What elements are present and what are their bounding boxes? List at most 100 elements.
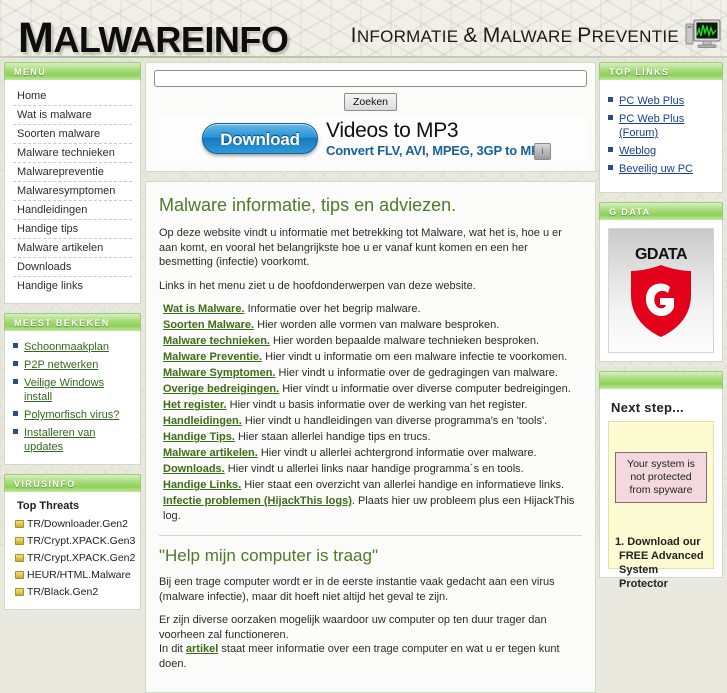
list-item[interactable]: PC Web Plus (Forum) — [608, 110, 714, 142]
menu-link[interactable]: Handige tips — [17, 223, 78, 235]
panel-top-links-body: PC Web Plus PC Web Plus (Forum) Weblog B… — [599, 80, 723, 193]
section2-line-2b: staat meer informatie over een trage com… — [159, 643, 560, 670]
sidebar-item-downloads[interactable]: Downloads — [13, 258, 132, 277]
gdata-banner[interactable]: GDATA — [608, 228, 714, 353]
topic-link[interactable]: Wat is Malware. — [163, 303, 245, 315]
panel-menu: MENU Home Wat is malware Soorten malware… — [4, 62, 141, 304]
bullet-square-icon — [608, 97, 613, 102]
list-item[interactable]: Weblog — [608, 142, 714, 160]
topic-link[interactable]: Overige bedreigingen. — [163, 383, 279, 395]
search-button[interactable]: Zoeken — [343, 93, 398, 111]
menu-link[interactable]: Downloads — [17, 261, 71, 273]
list-item: TR/Crypt.XPACK.Gen3 — [13, 533, 135, 550]
sidebar-item-malware-artikelen[interactable]: Malware artikelen — [13, 239, 132, 258]
sidebar-item-malwaresymptomen[interactable]: Malwaresymptomen — [13, 182, 132, 201]
topic-row: Handige Tips. Hier staan allerlei handig… — [159, 430, 582, 446]
sidebar-item-handleidingen[interactable]: Handleidingen — [13, 201, 132, 220]
ad-download-button[interactable]: Download — [202, 123, 318, 154]
top-link[interactable]: Weblog — [619, 145, 656, 157]
sidebar-item-malware-technieken[interactable]: Malware technieken — [13, 144, 132, 163]
list-item[interactable]: Polymorfisch virus? — [13, 406, 132, 424]
menu-link[interactable]: Malware technieken — [17, 147, 115, 159]
panel-gdata-title: G DATA — [599, 202, 723, 220]
topic-link[interactable]: Infectie problemen (HijackThis logs) — [163, 495, 352, 507]
menu-link[interactable]: Malware artikelen — [17, 242, 103, 254]
status-badge: Your system is not protected from spywar… — [615, 452, 707, 503]
intro-paragraph-1: Op deze website vindt u informatie met b… — [159, 227, 562, 268]
topic-row: Handleidingen. Hier vindt u handleidinge… — [159, 414, 582, 430]
section2-line-2a: In dit — [159, 643, 186, 655]
most-viewed-link[interactable]: P2P netwerken — [24, 359, 98, 371]
menu-link[interactable]: Malwaresymptomen — [17, 185, 115, 197]
list-item[interactable]: P2P netwerken — [13, 356, 132, 374]
next-step-item-1[interactable]: 1. Download our FREE Advanced System Pro… — [615, 535, 707, 591]
sidebar-item-soorten-malware[interactable]: Soorten malware — [13, 125, 132, 144]
most-viewed-link[interactable]: Installeren van updates — [24, 427, 96, 453]
topic-link[interactable]: Handleidingen. — [163, 415, 242, 427]
menu-link[interactable]: Home — [17, 90, 46, 102]
menu-link[interactable]: Handige links — [17, 280, 83, 292]
threat-bullet-icon — [15, 554, 24, 562]
topic-link[interactable]: Malware Preventie. — [163, 351, 262, 363]
list-item[interactable]: Veilige Windows install — [13, 374, 132, 406]
panel-next-step: Next step... Your system is not protecte… — [599, 371, 723, 590]
most-viewed-list: Schoonmaakplan P2P netwerken Veilige Win… — [13, 338, 132, 456]
panel-menu-body: Home Wat is malware Soorten malware Malw… — [4, 80, 141, 304]
topic-link[interactable]: Malware technieken. — [163, 335, 270, 347]
bullet-square-icon — [13, 343, 18, 348]
section2-paragraph-1: Bij een trage computer wordt er in de ee… — [159, 576, 555, 603]
top-link[interactable]: PC Web Plus — [619, 95, 684, 107]
menu-list: Home Wat is malware Soorten malware Malw… — [13, 87, 132, 295]
next-step-panel: Your system is not protected from spywar… — [608, 421, 714, 590]
intro-paragraph-2: Links in het menu ziet u de hoofdonderwe… — [159, 279, 476, 292]
most-viewed-link[interactable]: Polymorfisch virus? — [24, 409, 119, 421]
topic-desc: Hier vindt u allerlei links naar handige… — [224, 463, 524, 475]
site-logo[interactable]: MALWAREINFO — [18, 14, 289, 58]
top-link[interactable]: Beveilig uw PC — [619, 163, 693, 175]
panel-top-links-title: TOP LINKS — [599, 62, 723, 80]
most-viewed-link[interactable]: Veilige Windows install — [24, 377, 104, 403]
list-item[interactable]: Installeren van updates — [13, 424, 132, 456]
menu-link[interactable]: Malwarepreventie — [17, 166, 104, 178]
menu-link[interactable]: Soorten malware — [17, 128, 100, 140]
sidebar-item-handige-tips[interactable]: Handige tips — [13, 220, 132, 239]
topic-row: Het register. Hier vindt u basis informa… — [159, 398, 582, 414]
ad-info-icon[interactable]: i — [534, 143, 551, 160]
topic-link[interactable]: Malware Symptomen. — [163, 367, 275, 379]
page-title: Malware informatie, tips en adviezen. — [159, 195, 457, 215]
sidebar-item-handige-links[interactable]: Handige links — [13, 277, 132, 295]
threat-bullet-icon — [15, 588, 24, 596]
topic-link[interactable]: Het register. — [163, 399, 227, 411]
panel-top-links: TOP LINKS PC Web Plus PC Web Plus (Forum… — [599, 62, 723, 193]
topic-link[interactable]: Downloads. — [163, 463, 225, 475]
sidebar-item-home[interactable]: Home — [13, 87, 132, 106]
next-step-heading: Next step... — [611, 400, 684, 415]
top-link[interactable]: PC Web Plus (Forum) — [619, 113, 684, 139]
menu-link[interactable]: Handleidingen — [17, 204, 87, 216]
list-item[interactable]: PC Web Plus — [608, 92, 714, 110]
search-input[interactable] — [154, 70, 587, 87]
panel-virusinfo-body: Top Threats TR/Downloader.Gen2 TR/Crypt.… — [4, 492, 141, 610]
topic-link[interactable]: Handige Tips. — [163, 431, 235, 443]
bullet-square-icon — [608, 147, 613, 152]
topic-desc: Hier staat een overzicht van allerlei ha… — [241, 479, 565, 491]
list-item[interactable]: Schoonmaakplan — [13, 338, 132, 356]
topic-link[interactable]: Handige Links. — [163, 479, 241, 491]
menu-link[interactable]: Wat is malware — [17, 109, 92, 121]
list-item[interactable]: Beveilig uw PC — [608, 160, 714, 178]
topic-desc: Hier worden bepaalde malware technieken … — [270, 335, 540, 347]
topic-desc: Hier worden alle vormen van malware besp… — [254, 319, 500, 331]
topic-desc: Informatie over het begrip malware. — [244, 303, 421, 315]
sidebar-item-wat-is-malware[interactable]: Wat is malware — [13, 106, 132, 125]
left-sidebar: MENU Home Wat is malware Soorten malware… — [4, 62, 141, 619]
ad-banner[interactable]: Download Videos to MP3 Convert FLV, AVI,… — [154, 117, 587, 162]
topic-desc: Hier staan allerlei handige tips en truc… — [234, 431, 431, 443]
topic-link[interactable]: Soorten Malware. — [163, 319, 254, 331]
sidebar-item-malwarepreventie[interactable]: Malwarepreventie — [13, 163, 132, 182]
topic-link[interactable]: Malware artikelen. — [163, 447, 258, 459]
panel-most-viewed-title: MEEST BEKEKEN — [4, 313, 141, 331]
topic-row: Wat is Malware. Informatie over het begr… — [159, 302, 582, 318]
most-viewed-link[interactable]: Schoonmaakplan — [24, 341, 109, 353]
ad-title: Videos to MP3 — [326, 119, 459, 142]
artikel-link[interactable]: artikel — [186, 643, 218, 655]
